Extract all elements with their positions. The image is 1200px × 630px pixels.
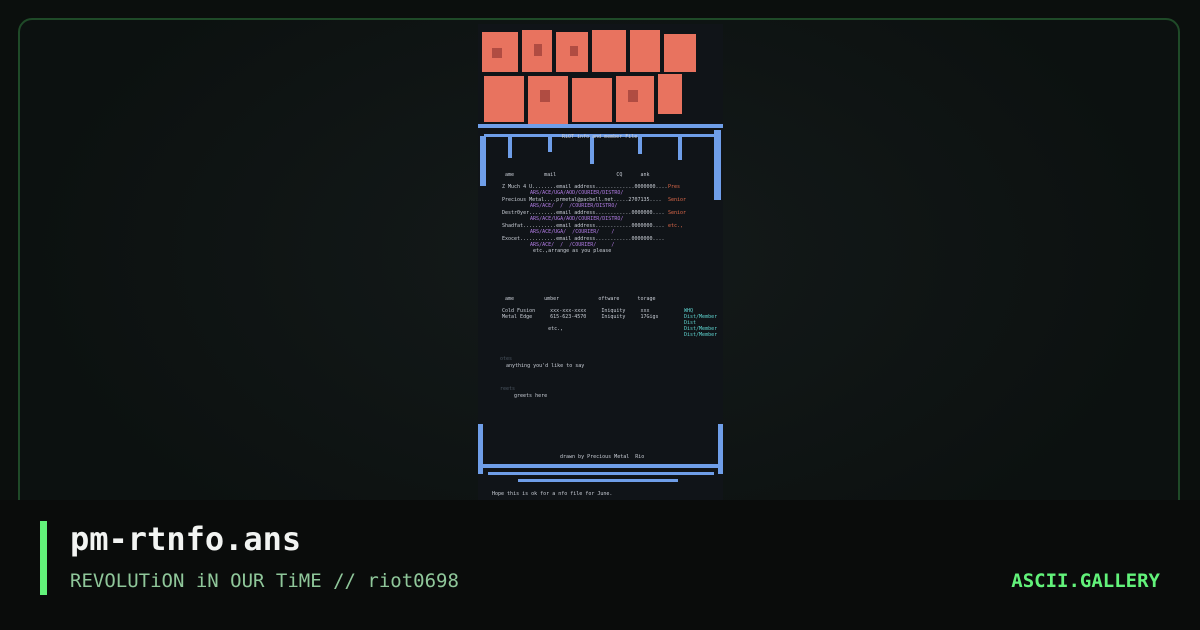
ansi-art-preview: RiOT info and member File ame mail CQ an…: [478, 24, 723, 500]
logo-block-4: [592, 30, 626, 72]
art-credit: drawn by Precious Metal Rio: [560, 454, 645, 460]
members-header: ame mail CQ ank: [502, 172, 650, 178]
drip-left: [480, 136, 486, 186]
member-groups-1: ARS/ACE/ / /COURIER/DISTRO/: [518, 203, 618, 209]
art-header-caption: RiOT info and member File: [562, 134, 638, 140]
greets-label: reets: [500, 386, 516, 392]
logo-shade-2: [534, 44, 542, 56]
drip-4: [638, 136, 642, 154]
board-extra-tag-2: Dist/Member: [684, 332, 718, 338]
member-rank-1: Senior: [668, 197, 687, 203]
drip-right: [714, 130, 721, 200]
member-groups-3: ARS/ACE/UGA/ /COURIER/ /: [518, 229, 615, 235]
drip-2: [548, 136, 552, 152]
member-groups-0: ARS/ACE/UGA/AOD/COURIER/DISTRO/: [518, 190, 624, 196]
logo-shade-3: [570, 46, 578, 56]
greets-text: greets here: [514, 393, 548, 399]
member-rank-0: Pres: [668, 184, 681, 190]
member-rank-3: etc.,: [668, 223, 684, 229]
file-subtitle: REVOLUTiON iN OUR TiME // riot0698: [70, 570, 459, 592]
logo-block-5: [630, 30, 660, 72]
drip-5: [678, 136, 682, 160]
board-line-1: Metal Edge 615-623-4570 Iniquity 17Gigs: [502, 314, 659, 320]
drip-band-top: [478, 124, 723, 128]
members-footer: etc.,arrange as you please: [518, 248, 612, 254]
file-title: pm-rtnfo.ans: [70, 520, 302, 558]
logo-block-9: [572, 78, 612, 122]
logo-shade-4: [540, 90, 550, 102]
member-rank-2: Senior: [668, 210, 687, 216]
bottom-band-2: [488, 472, 714, 475]
notes-text: anything you'd like to say: [506, 363, 585, 369]
notes-label: otes: [500, 356, 513, 362]
logo-shade-5: [628, 90, 638, 102]
logo-shade-1: [492, 48, 502, 58]
boards-footer: etc.,: [518, 326, 564, 332]
brand-label: ASCII.GALLERY: [1011, 570, 1160, 592]
bottom-band: [478, 464, 723, 468]
drip-1: [508, 136, 512, 158]
art-footer: Hope this is ok for a nfo file for June.: [492, 491, 613, 497]
logo-block-7: [484, 76, 524, 122]
logo-block-6: [664, 34, 696, 72]
accent-bar: [40, 521, 47, 595]
drip-3: [590, 136, 594, 164]
logo-block-11: [658, 74, 682, 114]
boards-header: ame umber oftware torage: [502, 296, 656, 302]
bottom-band-3: [518, 479, 678, 482]
member-groups-2: ARS/ACE/UGA/AOD/COURIER/DISTRO/: [518, 216, 624, 222]
